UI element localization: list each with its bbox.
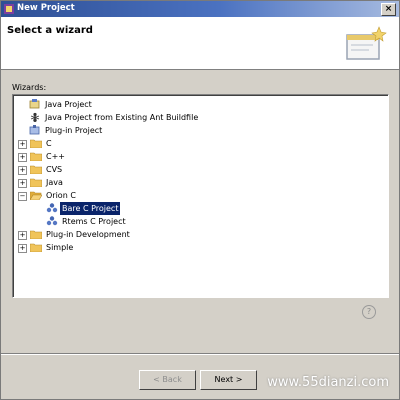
folder-icon <box>30 230 42 239</box>
expand-icon[interactable]: + <box>18 140 27 149</box>
folder-icon <box>30 152 42 161</box>
folder-icon <box>30 178 42 187</box>
watermark-text: www.55dianzi.com <box>267 375 389 390</box>
open-folder-icon <box>30 191 42 200</box>
folder-icon <box>30 165 42 174</box>
tree-item-label: Bare C Project <box>60 202 121 215</box>
plugin-icon <box>29 125 40 135</box>
tree-item-label: Rtems C Project <box>62 217 126 226</box>
wizard-header: Select a wizard <box>1 17 399 70</box>
wizard-banner-icon <box>346 26 387 60</box>
folder-icon <box>30 243 42 252</box>
tree-item-label: C++ <box>46 152 65 161</box>
close-icon: × <box>384 4 393 14</box>
collapse-icon[interactable]: − <box>18 192 27 201</box>
window-title: New Project <box>17 3 75 13</box>
expand-icon[interactable]: + <box>18 231 27 240</box>
tree-item-label: CVS <box>46 165 63 174</box>
tree-item-label: Java Project <box>45 100 92 109</box>
java-project-icon <box>29 99 40 109</box>
button-bar-separator <box>1 353 399 355</box>
help-icon[interactable]: ? <box>362 305 376 319</box>
tree-item-label: Plug-in Project <box>45 126 103 135</box>
tree-item-label: Orion C <box>46 191 76 200</box>
project-icon <box>46 203 58 213</box>
tree-item-label: Java Project from Existing Ant Buildfile <box>45 113 199 122</box>
tree-item-label: Simple <box>46 243 74 252</box>
page-title: Select a wizard <box>7 25 93 36</box>
next-button[interactable]: Next > <box>200 370 257 390</box>
project-icon <box>46 216 58 226</box>
new-project-window: New Project × Select a wizard Wizards: J… <box>0 0 400 400</box>
wizards-label: Wizards: <box>12 83 47 92</box>
tree-item-label: Java <box>46 178 63 187</box>
title-bar: New Project × <box>1 1 399 17</box>
wizard-tree[interactable]: Java Project Java Project from Existing … <box>12 94 389 298</box>
folder-icon <box>30 139 42 148</box>
tree-item-label: C <box>46 139 52 148</box>
expand-icon[interactable]: + <box>18 244 27 253</box>
expand-icon[interactable]: + <box>18 153 27 162</box>
tree-item-label: Plug-in Development <box>46 230 130 239</box>
back-button[interactable]: < Back <box>139 370 196 390</box>
ant-icon <box>30 112 40 122</box>
expand-icon[interactable]: + <box>18 179 27 188</box>
expand-icon[interactable]: + <box>18 166 27 175</box>
window-app-icon <box>4 4 14 14</box>
close-button[interactable]: × <box>381 3 396 16</box>
